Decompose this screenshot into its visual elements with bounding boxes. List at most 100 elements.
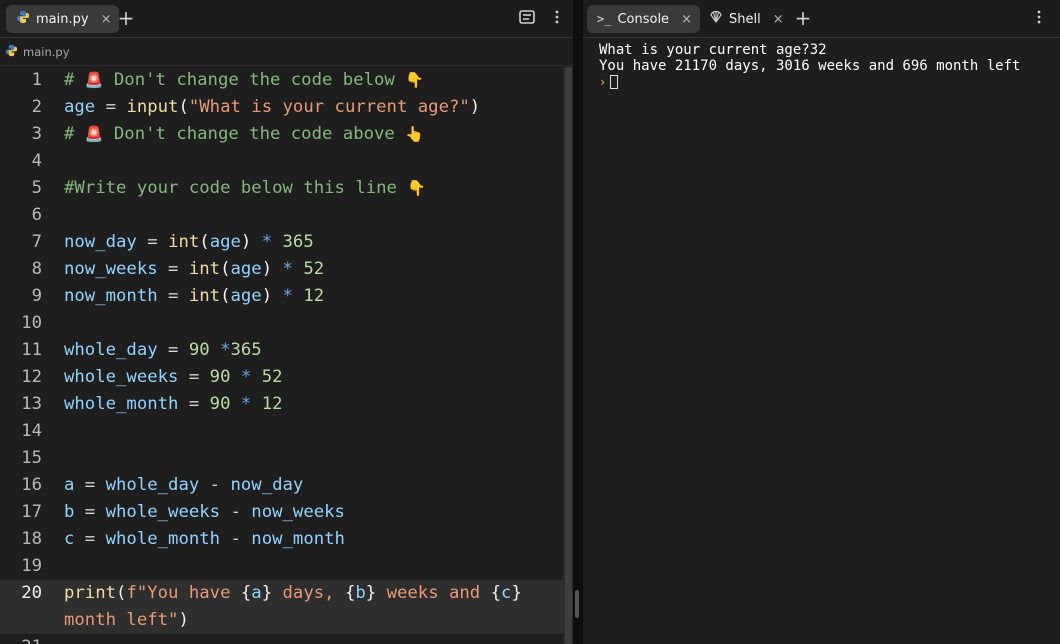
code-line[interactable]: 6: [0, 202, 563, 229]
code-token: now_day: [64, 232, 137, 252]
code-token: #: [64, 124, 85, 144]
more-vertical-icon[interactable]: [1029, 9, 1049, 29]
layout-icon[interactable]: [517, 9, 537, 29]
code-line[interactable]: 2 age = input("What is your current age?"…: [0, 94, 563, 121]
line-number: 16: [21, 475, 42, 495]
console-prompt[interactable]: ›: [599, 74, 1052, 90]
code-line[interactable]: 15: [0, 445, 563, 472]
code-line[interactable]: 4: [0, 148, 563, 175]
code-token: {: [490, 583, 502, 603]
tab-console[interactable]: >_ Console ×: [587, 5, 700, 33]
code-token: (: [220, 286, 231, 306]
close-icon[interactable]: ×: [681, 12, 692, 27]
code-line[interactable]: 17 b = whole_weeks - now_weeks: [0, 499, 563, 526]
code-token: f"You have: [126, 583, 241, 603]
scrollbar-thumb[interactable]: [565, 67, 572, 644]
code-token: }: [261, 583, 273, 603]
code-line[interactable]: 19: [0, 553, 563, 580]
prompt-icon: ›: [599, 75, 607, 89]
code-token: b: [355, 583, 366, 603]
code-token: 365: [230, 340, 262, 360]
close-icon[interactable]: ×: [101, 12, 112, 27]
tab-main-py[interactable]: main.py ×: [6, 5, 120, 33]
code-token: ): [261, 259, 273, 279]
code-line[interactable]: 10: [0, 310, 563, 337]
code-line[interactable]: 18 c = whole_month - now_month: [0, 526, 563, 553]
breadcrumb-file[interactable]: main.py: [23, 45, 70, 59]
code-token: print: [64, 583, 117, 603]
code-token: -: [220, 502, 252, 522]
code-line[interactable]: 3 # 🚨 Don't change the code above 👆: [0, 121, 563, 148]
code-text: #Write your code below this line 👇: [64, 175, 426, 202]
line-number: 15: [21, 448, 42, 468]
code-line[interactable]: 16 a = whole_day - now_day: [0, 472, 563, 499]
code-token: 90: [209, 367, 231, 387]
line-number: 4: [31, 151, 42, 171]
code-line[interactable]: 11 whole_day = 90 *365: [0, 337, 563, 364]
console-pane: >_ Console × Shell × + What is your curr…: [582, 0, 1060, 644]
tab-label: Shell: [729, 11, 761, 27]
pane-resize-handle[interactable]: [575, 590, 579, 618]
code-token: Don't change the code above: [103, 124, 406, 144]
code-line[interactable]: 7 now_day = int(age) * 365: [0, 229, 563, 256]
code-line[interactable]: 8 now_weeks = int(age) * 52: [0, 256, 563, 283]
code-token: 12: [303, 286, 325, 306]
close-icon[interactable]: ×: [773, 12, 784, 27]
code-text: now_day = int(age) * 365: [64, 229, 314, 256]
new-tab-button[interactable]: +: [793, 8, 813, 29]
code-token: =: [178, 394, 210, 414]
code-token: =: [157, 259, 189, 279]
code-token: whole_day: [105, 475, 200, 495]
line-number: 17: [21, 502, 42, 522]
code-line[interactable]: 20 print(f"You have {a} days, {b} weeks a…: [0, 580, 563, 634]
code-token: 365: [282, 232, 314, 252]
code-token: age: [230, 286, 262, 306]
code-line[interactable]: 1 # 🚨 Don't change the code below 👇: [0, 67, 563, 94]
code-line[interactable]: 13 whole_month = 90 * 12: [0, 391, 563, 418]
code-token: *: [272, 259, 304, 279]
code-token: input: [126, 97, 179, 117]
code-line[interactable]: 9 now_month = int(age) * 12: [0, 283, 563, 310]
code-token: (: [116, 583, 127, 603]
code-token: =: [157, 340, 189, 360]
more-vertical-icon[interactable]: [547, 9, 567, 29]
code-editor[interactable]: 1 # 🚨 Don't change the code below 👇 2 age =…: [0, 67, 563, 644]
console-output[interactable]: What is your current age?32 You have 211…: [599, 42, 1052, 90]
tab-label: main.py: [36, 11, 89, 27]
code-token: age: [230, 259, 262, 279]
code-token: *: [230, 394, 262, 414]
code-text: a = whole_day - now_day: [64, 472, 303, 499]
code-token: c: [501, 583, 512, 603]
tab-shell[interactable]: Shell ×: [699, 5, 792, 33]
code-line[interactable]: 14: [0, 418, 563, 445]
emoji-glyph: 👇: [405, 71, 424, 89]
line-number: 9: [31, 286, 42, 306]
code-token: 12: [261, 394, 283, 414]
code-text: # 🚨 Don't change the code below 👇: [64, 67, 424, 94]
new-tab-button[interactable]: +: [116, 8, 136, 29]
emoji-glyph: 👆: [405, 125, 424, 143]
editor-tabbar: main.py × +: [0, 0, 573, 38]
code-token: *: [251, 232, 283, 252]
code-token: whole_weeks: [64, 367, 179, 387]
code-text: whole_day = 90 *365: [64, 337, 262, 364]
vertical-scrollbar[interactable]: [563, 67, 573, 644]
line-number: 1: [31, 70, 42, 90]
console-output-line: You have 21170 days, 3016 weeks and 696 …: [599, 58, 1021, 74]
code-line[interactable]: 12 whole_weeks = 90 * 52: [0, 364, 563, 391]
emoji-glyph: 🚨: [84, 125, 104, 143]
code-token: whole_weeks: [105, 502, 221, 522]
code-line[interactable]: 5 #Write your code below this line 👇: [0, 175, 563, 202]
tab-label: Console: [617, 11, 670, 27]
code-token: (: [220, 259, 231, 279]
code-line[interactable]: 21: [0, 634, 563, 644]
line-number: 21: [0, 634, 42, 644]
code-text: age = input("What is your current age?"): [64, 94, 480, 121]
code-token: whole_month: [105, 529, 221, 549]
line-number: 12: [21, 367, 42, 387]
code-token: =: [136, 232, 169, 252]
line-number: 19: [21, 556, 42, 576]
code-token: {: [240, 583, 252, 603]
code-token: now_weeks: [64, 259, 158, 279]
code-token: now_weeks: [251, 502, 345, 522]
